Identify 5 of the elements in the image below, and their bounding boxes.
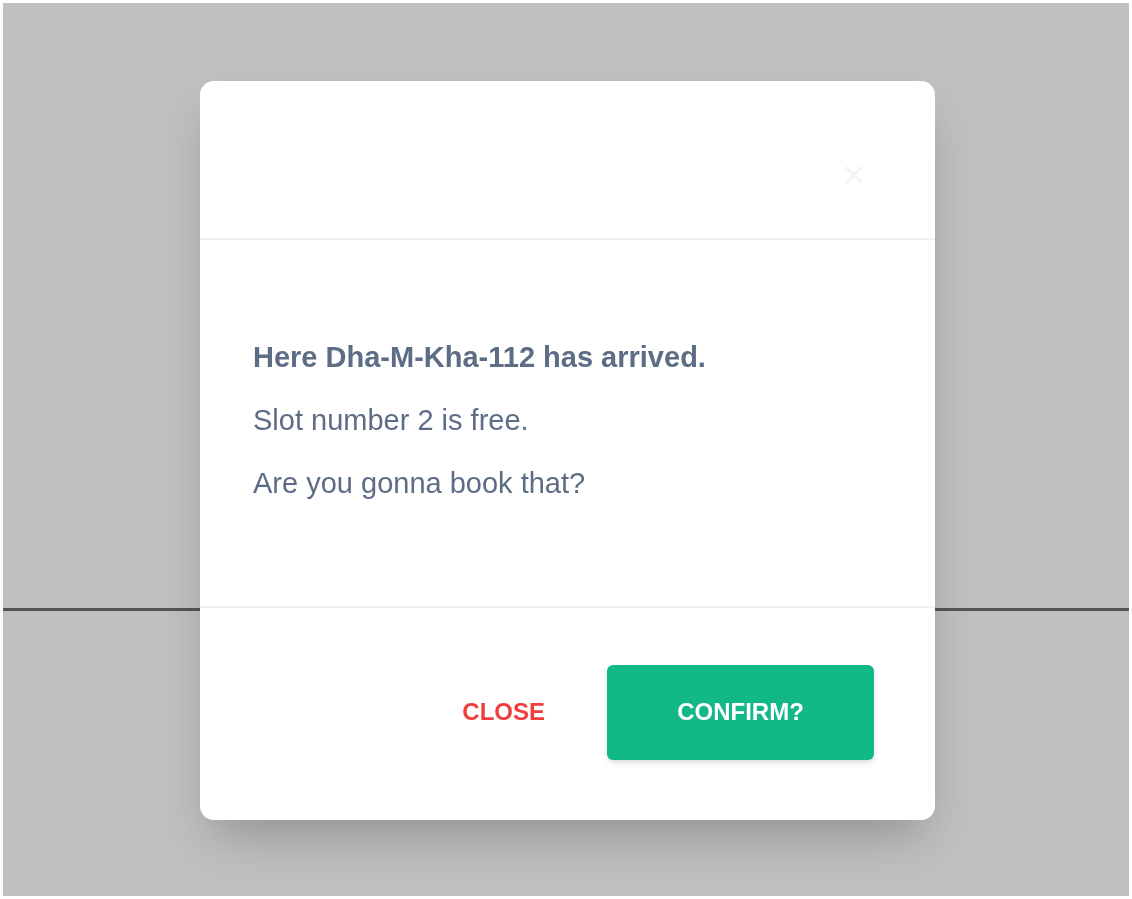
- message-text: Are you gonna book that?: [253, 465, 586, 501]
- confirm-button[interactable]: CONFIRM?: [607, 664, 874, 760]
- message-text: Here Dha-M-Kha-112 has arrived.: [253, 339, 706, 375]
- message-text: Slot number 2 is free.: [253, 402, 529, 438]
- close-button[interactable]: CLOSE: [442, 664, 565, 760]
